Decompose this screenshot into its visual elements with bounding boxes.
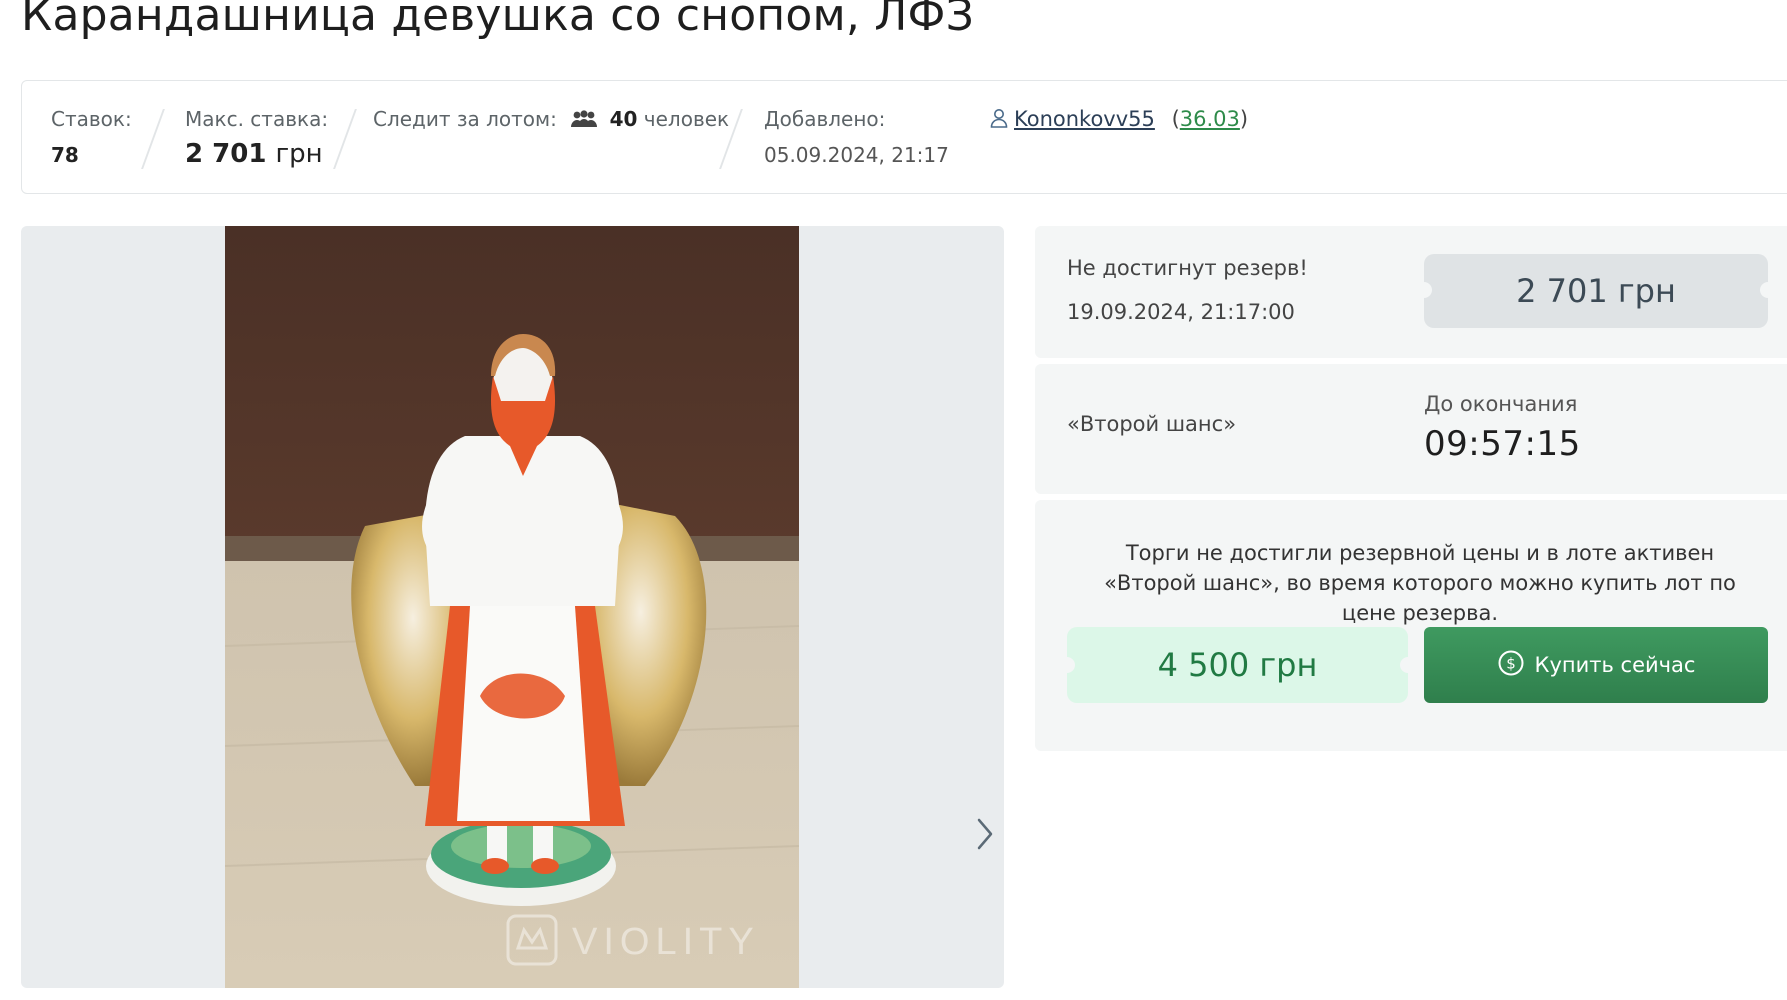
buy-now-label: Купить сейчас [1534,653,1696,677]
timer-panel: «Второй шанс» До окончания 09:57:15 [1035,364,1787,494]
ticket-notch [1416,282,1432,298]
svg-text:$: $ [1506,654,1516,672]
buynow-price-value: 4 500 грн [1157,646,1318,684]
dollar-circle-icon: $ [1497,649,1525,682]
ticket-notch [1059,657,1075,673]
added-stat: Добавлено: 05.09.2024, 21:17 [764,107,949,167]
reserve-panel: Не достигнут резерв! 19.09.2024, 21:17:0… [1035,226,1787,358]
second-chance-label: «Второй шанс» [1067,412,1237,436]
buy-panel: Торги не достигли резервной цены и в лот… [1035,500,1787,751]
ticket-notch [1400,657,1416,673]
second-chance-info: Торги не достигли резервной цены и в лот… [1104,541,1736,625]
bids-label: Ставок: [51,107,132,131]
seller-info: Kononkovv55 (36.03) [990,107,1248,133]
lot-photo[interactable]: VIOLITY [225,226,799,988]
reserve-status: Не достигнут резерв! [1067,256,1308,280]
chevron-right-icon[interactable] [973,816,997,852]
divider [141,109,165,169]
max-bid-amount: 2 701 [185,139,267,169]
added-value: 05.09.2024, 21:17 [764,143,949,167]
added-label: Добавлено: [764,107,886,131]
buy-now-button[interactable]: $ Купить сейчас [1424,627,1768,703]
user-icon [990,108,1008,133]
page-title: Карандашница девушка со снопом, ЛФЗ [21,0,975,41]
watchers-label: Следит за лотом: 40 человек [373,107,729,133]
figurine-image: VIOLITY [225,226,799,988]
current-price-value: 2 701 грн [1516,272,1676,310]
ends-label: До окончания [1424,392,1578,416]
auction-end-date: 19.09.2024, 21:17:00 [1067,300,1295,324]
people-icon [569,109,599,133]
buynow-price: 4 500 грн [1059,627,1416,703]
max-bid-currency: грн [275,139,323,169]
max-bid-stat: Макс. ставка: 2 701 грн [185,107,328,169]
photo-gallery: VIOLITY [21,226,1004,988]
bids-stat: Ставок: 78 [51,107,132,167]
divider [333,109,357,169]
max-bid-label: Макс. ставка: [185,107,329,131]
seller-link[interactable]: Kononkovv55 [1014,107,1155,131]
watchers-stat: Следит за лотом: 40 человек [373,107,729,133]
countdown-timer: 09:57:15 [1424,424,1581,464]
bids-value: 78 [51,143,79,167]
watchers-suffix: человек [643,107,730,131]
watchers-count: 40 [609,107,638,131]
ticket-notch [1760,282,1776,298]
max-bid-value: 2 701 грн [185,139,328,169]
lot-stats-bar: Ставок: 78 Макс. ставка: 2 701 грн Следи… [21,80,1787,194]
watchers-label-text: Следит за лотом: [373,107,557,131]
current-price: 2 701 грн [1416,254,1776,328]
svg-text:VIOLITY: VIOLITY [572,921,760,963]
seller-rating-link[interactable]: 36.03 [1180,107,1240,131]
